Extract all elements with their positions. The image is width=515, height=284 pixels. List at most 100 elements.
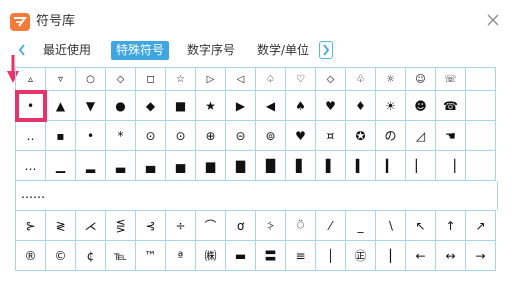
symbol-cell[interactable]: │	[315, 240, 346, 271]
symbol-cell[interactable]: ▲	[45, 90, 76, 121]
symbol-cell[interactable]: ◇	[105, 67, 136, 91]
symbol-cell[interactable]: ▷	[195, 67, 226, 91]
symbol-cell[interactable]: ÷	[165, 210, 196, 241]
symbol-cell[interactable]: ●	[105, 90, 136, 121]
symbol-cell[interactable]: ▍	[345, 150, 376, 181]
symbol-cell[interactable]: ▿	[45, 67, 76, 91]
symbol-cell[interactable]: ↔	[435, 240, 466, 271]
symbol-cell[interactable]: …	[15, 150, 46, 181]
symbol-cell[interactable]: ♤	[255, 67, 286, 91]
symbol-cell[interactable]: ▁	[45, 150, 76, 181]
tab-special-symbols[interactable]: 特殊符号	[111, 41, 170, 60]
symbol-cell[interactable]: ♡	[285, 67, 316, 91]
symbol-cell[interactable]: ▬	[225, 240, 256, 271]
symbol-cell[interactable]: ®	[15, 240, 46, 271]
symbol-cell[interactable]	[465, 150, 496, 181]
close-icon[interactable]	[483, 10, 503, 30]
symbol-cell[interactable]: ☆	[165, 67, 196, 91]
tab-math-units[interactable]: 数学/单位	[252, 41, 314, 60]
symbol-cell[interactable]: ⊰	[135, 210, 166, 241]
symbol-cell[interactable]: ⊕	[195, 120, 226, 151]
symbol-cell[interactable]: ♠	[285, 90, 316, 121]
symbol-cell[interactable]: ◇	[315, 67, 346, 91]
symbol-cell[interactable]: ▆	[195, 150, 226, 181]
symbol-cell[interactable]: ◿	[405, 120, 436, 151]
symbol-cell[interactable]: ⊝	[225, 120, 256, 151]
symbol-cell[interactable]: ☎	[435, 90, 466, 121]
symbol-cell[interactable]: ▵	[15, 67, 46, 91]
symbol-cell[interactable]: ‥	[15, 120, 46, 151]
symbol-cell[interactable]: ○	[75, 67, 106, 91]
symbol-cell[interactable]: 〓	[255, 240, 286, 271]
symbol-cell[interactable]: ▼	[75, 90, 106, 121]
symbol-cell[interactable]: ⋌	[75, 210, 106, 241]
symbol-cell[interactable]: ☻	[405, 90, 436, 121]
symbol-cell[interactable]: ☺	[405, 67, 436, 91]
symbol-cell[interactable]: の	[375, 120, 406, 151]
symbol-cell[interactable]: ▶	[225, 90, 256, 121]
symbol-cell[interactable]: ⊙	[135, 120, 166, 151]
symbol-cell[interactable]: ▋	[285, 150, 316, 181]
symbol-cell[interactable]: ㊣	[345, 240, 376, 271]
symbol-cell[interactable]: ♦	[345, 90, 376, 121]
symbol-cell[interactable]: ◆	[135, 90, 166, 121]
symbol-cell[interactable]: ơ	[225, 210, 256, 241]
symbol-cell[interactable]: ⁄	[315, 210, 346, 241]
tab-recent[interactable]: 最近使用	[38, 41, 96, 60]
symbol-cell[interactable]: ↗	[465, 210, 496, 241]
symbol-cell[interactable]: _	[345, 210, 376, 241]
symbol-cell[interactable]: ⸖	[255, 210, 286, 241]
chevron-right-icon[interactable]	[319, 41, 333, 59]
symbol-cell[interactable]: ☀	[375, 90, 406, 121]
symbol-cell[interactable]: ㈱	[195, 240, 226, 271]
symbol-cell[interactable]: ª	[165, 240, 196, 271]
symbol-cell[interactable]: ⊙	[165, 120, 196, 151]
symbol-cell[interactable]: ♥	[285, 120, 316, 151]
symbol-cell[interactable]: ∖	[375, 210, 406, 241]
symbol-cell[interactable]	[465, 90, 496, 121]
symbol-cell[interactable]: ▌	[315, 150, 346, 181]
symbol-cell[interactable]: ↑	[435, 210, 466, 241]
symbol-cell[interactable]: ▏	[405, 150, 436, 181]
symbol-cell[interactable]: ☼	[375, 67, 406, 91]
symbol-cell[interactable]	[465, 120, 496, 151]
symbol-cell[interactable]: ☚	[435, 120, 466, 151]
symbol-cell[interactable]: ▃	[105, 150, 136, 181]
symbol-cell[interactable]: ★	[195, 90, 226, 121]
symbol-cell[interactable]: ♧	[345, 67, 376, 91]
symbol-cell[interactable]: ▅	[165, 150, 196, 181]
symbol-cell[interactable]: •	[75, 120, 106, 151]
symbol-cell[interactable]: ☏	[435, 67, 466, 91]
symbol-cell[interactable]: ■	[165, 90, 196, 121]
symbol-cell[interactable]: ✪	[345, 120, 376, 151]
symbol-cell[interactable]: ◻	[135, 67, 166, 91]
symbol-cell[interactable]: ▎	[375, 150, 406, 181]
symbol-cell[interactable]: ©	[45, 240, 76, 271]
symbol-cell[interactable]: ⊱	[15, 210, 46, 241]
symbol-cell[interactable]: *	[105, 120, 136, 151]
symbol-cell[interactable]: ¢	[75, 240, 106, 271]
symbol-cell[interactable]: ▄	[135, 150, 166, 181]
symbol-cell[interactable]: ≡	[285, 240, 316, 271]
tab-number-sequences[interactable]: 数字序号	[182, 41, 240, 60]
symbol-cell[interactable]: ▪	[45, 120, 76, 151]
symbol-cell[interactable]: ⌒	[195, 210, 226, 241]
symbol-cell[interactable]: ℡	[105, 240, 136, 271]
symbol-cell[interactable]: ⍥	[285, 210, 316, 241]
symbol-cell[interactable]: ♥	[315, 90, 346, 121]
symbol-cell[interactable]: ⋚	[105, 210, 136, 241]
symbol-cell[interactable]	[465, 67, 496, 91]
symbol-cell[interactable]: ⊚	[255, 120, 286, 151]
symbol-cell[interactable]: →	[465, 240, 496, 271]
symbol-cell[interactable]: █	[255, 150, 286, 181]
symbol-cell-selected[interactable]: •	[14, 89, 47, 122]
symbol-cell[interactable]: ≷	[45, 210, 76, 241]
symbol-cell[interactable]: ↖	[405, 210, 436, 241]
symbol-cell[interactable]: ™	[135, 240, 166, 271]
symbol-cell[interactable]: ◀	[255, 90, 286, 121]
symbol-cell[interactable]: ……	[21, 187, 45, 201]
symbol-cell[interactable]: ◁	[225, 67, 256, 91]
symbol-cell[interactable]: ▇	[225, 150, 256, 181]
symbol-cell[interactable]: ▕	[435, 150, 466, 181]
symbol-cell[interactable]: ▂	[75, 150, 106, 181]
